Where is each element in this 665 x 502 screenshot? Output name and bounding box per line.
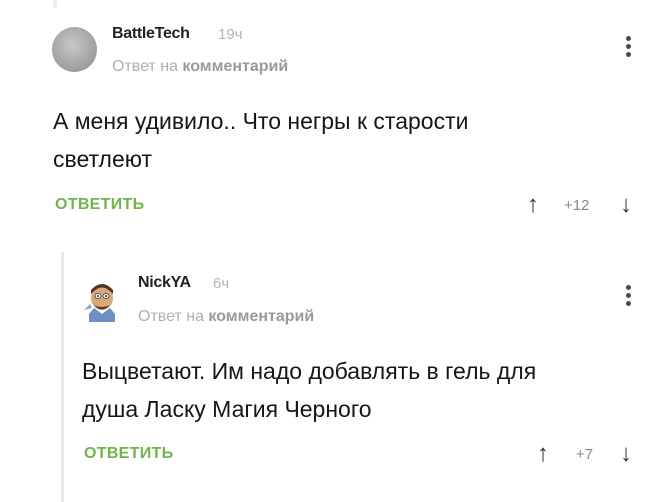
comment-author[interactable]: BattleTech xyxy=(112,25,190,43)
reply-prefix: Ответ на xyxy=(138,308,204,325)
comment-body: А меня удивило.. Что негры к старости св… xyxy=(53,102,468,178)
comment-text-line: душа Ласку Магия Черного xyxy=(82,396,372,422)
comment-score: +7 xyxy=(576,446,594,463)
reply-target-link[interactable]: комментарий xyxy=(182,58,288,75)
avatar[interactable] xyxy=(80,278,124,322)
arrow-up-icon[interactable]: ↑ xyxy=(537,442,549,466)
comment-author[interactable]: NickYA xyxy=(138,274,191,292)
thread-connector-top xyxy=(53,0,57,8)
comment-text-line: светлеют xyxy=(53,146,153,172)
comment-time: 19ч xyxy=(218,26,243,43)
reply-to-meta: Ответ на комментарий xyxy=(138,308,314,326)
arrow-down-icon[interactable]: ↓ xyxy=(620,193,632,217)
thread-line xyxy=(61,252,64,502)
reply-target-link[interactable]: комментарий xyxy=(208,308,314,325)
reply-to-meta: Ответ на комментарий xyxy=(112,58,288,76)
more-vertical-icon[interactable] xyxy=(624,36,632,60)
arrow-up-icon[interactable]: ↑ xyxy=(527,193,539,217)
reply-button[interactable]: ОТВЕТИТЬ xyxy=(84,445,173,463)
arrow-down-icon[interactable]: ↓ xyxy=(620,442,632,466)
comment-body: Выцветают. Им надо добавлять в гель для … xyxy=(82,352,536,428)
avatar[interactable] xyxy=(52,27,97,72)
reply-button[interactable]: ОТВЕТИТЬ xyxy=(55,196,144,214)
more-vertical-icon[interactable] xyxy=(624,285,632,309)
reply-prefix: Ответ на xyxy=(112,58,178,75)
comment-time: 6ч xyxy=(213,275,230,292)
comment-text-line: Выцветают. Им надо добавлять в гель для xyxy=(82,358,537,384)
comment-score: +12 xyxy=(564,197,590,214)
comment-text-line: А меня удивило.. Что негры к старости xyxy=(53,108,469,134)
